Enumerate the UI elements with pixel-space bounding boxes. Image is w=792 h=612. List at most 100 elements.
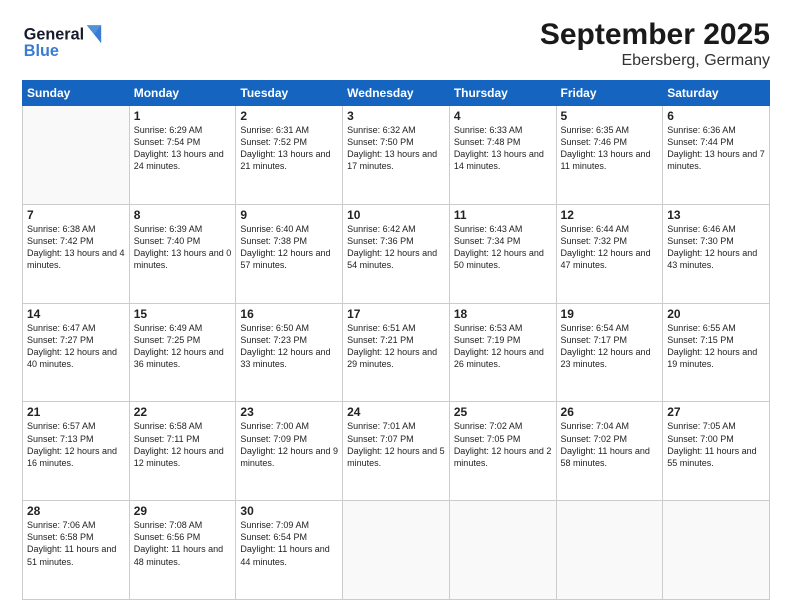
calendar-week-row: 14Sunrise: 6:47 AM Sunset: 7:27 PM Dayli… (23, 303, 770, 402)
title-block: September 2025 Ebersberg, Germany (540, 18, 770, 70)
day-number: 28 (27, 504, 125, 518)
day-number: 9 (240, 208, 338, 222)
day-info: Sunrise: 6:55 AM Sunset: 7:15 PM Dayligh… (667, 322, 765, 371)
table-row: 14Sunrise: 6:47 AM Sunset: 7:27 PM Dayli… (23, 303, 130, 402)
logo-svg: General Blue (22, 18, 112, 63)
table-row: 27Sunrise: 7:05 AM Sunset: 7:00 PM Dayli… (663, 402, 770, 501)
day-info: Sunrise: 6:42 AM Sunset: 7:36 PM Dayligh… (347, 223, 445, 272)
day-number: 6 (667, 109, 765, 123)
table-row: 30Sunrise: 7:09 AM Sunset: 6:54 PM Dayli… (236, 501, 343, 600)
day-number: 15 (134, 307, 232, 321)
table-row: 11Sunrise: 6:43 AM Sunset: 7:34 PM Dayli… (449, 204, 556, 303)
table-row: 2Sunrise: 6:31 AM Sunset: 7:52 PM Daylig… (236, 106, 343, 205)
table-row: 4Sunrise: 6:33 AM Sunset: 7:48 PM Daylig… (449, 106, 556, 205)
day-info: Sunrise: 6:57 AM Sunset: 7:13 PM Dayligh… (27, 420, 125, 469)
day-number: 26 (561, 405, 659, 419)
day-info: Sunrise: 6:58 AM Sunset: 7:11 PM Dayligh… (134, 420, 232, 469)
day-info: Sunrise: 6:49 AM Sunset: 7:25 PM Dayligh… (134, 322, 232, 371)
day-info: Sunrise: 7:09 AM Sunset: 6:54 PM Dayligh… (240, 519, 338, 568)
table-row (556, 501, 663, 600)
day-info: Sunrise: 7:00 AM Sunset: 7:09 PM Dayligh… (240, 420, 338, 469)
calendar-title: September 2025 (540, 18, 770, 52)
table-row (663, 501, 770, 600)
day-info: Sunrise: 6:47 AM Sunset: 7:27 PM Dayligh… (27, 322, 125, 371)
day-number: 25 (454, 405, 552, 419)
day-number: 1 (134, 109, 232, 123)
day-number: 27 (667, 405, 765, 419)
calendar-table: Sunday Monday Tuesday Wednesday Thursday… (22, 80, 770, 600)
table-row: 18Sunrise: 6:53 AM Sunset: 7:19 PM Dayli… (449, 303, 556, 402)
table-row: 5Sunrise: 6:35 AM Sunset: 7:46 PM Daylig… (556, 106, 663, 205)
day-info: Sunrise: 7:02 AM Sunset: 7:05 PM Dayligh… (454, 420, 552, 469)
day-info: Sunrise: 6:31 AM Sunset: 7:52 PM Dayligh… (240, 124, 338, 173)
table-row: 1Sunrise: 6:29 AM Sunset: 7:54 PM Daylig… (129, 106, 236, 205)
day-info: Sunrise: 6:38 AM Sunset: 7:42 PM Dayligh… (27, 223, 125, 272)
day-info: Sunrise: 6:40 AM Sunset: 7:38 PM Dayligh… (240, 223, 338, 272)
day-info: Sunrise: 6:53 AM Sunset: 7:19 PM Dayligh… (454, 322, 552, 371)
day-number: 23 (240, 405, 338, 419)
calendar-week-row: 28Sunrise: 7:06 AM Sunset: 6:58 PM Dayli… (23, 501, 770, 600)
day-info: Sunrise: 7:01 AM Sunset: 7:07 PM Dayligh… (347, 420, 445, 469)
table-row: 12Sunrise: 6:44 AM Sunset: 7:32 PM Dayli… (556, 204, 663, 303)
day-number: 29 (134, 504, 232, 518)
table-row (449, 501, 556, 600)
calendar-subtitle: Ebersberg, Germany (540, 52, 770, 70)
table-row: 7Sunrise: 6:38 AM Sunset: 7:42 PM Daylig… (23, 204, 130, 303)
day-info: Sunrise: 6:51 AM Sunset: 7:21 PM Dayligh… (347, 322, 445, 371)
table-row: 17Sunrise: 6:51 AM Sunset: 7:21 PM Dayli… (343, 303, 450, 402)
day-info: Sunrise: 6:46 AM Sunset: 7:30 PM Dayligh… (667, 223, 765, 272)
col-sunday: Sunday (23, 81, 130, 106)
svg-text:General: General (24, 26, 84, 44)
table-row: 6Sunrise: 6:36 AM Sunset: 7:44 PM Daylig… (663, 106, 770, 205)
day-number: 10 (347, 208, 445, 222)
table-row: 10Sunrise: 6:42 AM Sunset: 7:36 PM Dayli… (343, 204, 450, 303)
table-row: 19Sunrise: 6:54 AM Sunset: 7:17 PM Dayli… (556, 303, 663, 402)
day-number: 13 (667, 208, 765, 222)
col-thursday: Thursday (449, 81, 556, 106)
table-row: 21Sunrise: 6:57 AM Sunset: 7:13 PM Dayli… (23, 402, 130, 501)
table-row: 20Sunrise: 6:55 AM Sunset: 7:15 PM Dayli… (663, 303, 770, 402)
day-info: Sunrise: 7:06 AM Sunset: 6:58 PM Dayligh… (27, 519, 125, 568)
calendar-week-row: 1Sunrise: 6:29 AM Sunset: 7:54 PM Daylig… (23, 106, 770, 205)
table-row: 15Sunrise: 6:49 AM Sunset: 7:25 PM Dayli… (129, 303, 236, 402)
day-info: Sunrise: 7:08 AM Sunset: 6:56 PM Dayligh… (134, 519, 232, 568)
day-number: 30 (240, 504, 338, 518)
table-row: 25Sunrise: 7:02 AM Sunset: 7:05 PM Dayli… (449, 402, 556, 501)
col-tuesday: Tuesday (236, 81, 343, 106)
page: General Blue September 2025 Ebersberg, G… (0, 0, 792, 612)
calendar-week-row: 7Sunrise: 6:38 AM Sunset: 7:42 PM Daylig… (23, 204, 770, 303)
day-info: Sunrise: 6:33 AM Sunset: 7:48 PM Dayligh… (454, 124, 552, 173)
table-row: 23Sunrise: 7:00 AM Sunset: 7:09 PM Dayli… (236, 402, 343, 501)
day-info: Sunrise: 7:04 AM Sunset: 7:02 PM Dayligh… (561, 420, 659, 469)
col-monday: Monday (129, 81, 236, 106)
table-row: 24Sunrise: 7:01 AM Sunset: 7:07 PM Dayli… (343, 402, 450, 501)
col-saturday: Saturday (663, 81, 770, 106)
day-number: 5 (561, 109, 659, 123)
table-row: 22Sunrise: 6:58 AM Sunset: 7:11 PM Dayli… (129, 402, 236, 501)
day-number: 11 (454, 208, 552, 222)
day-number: 20 (667, 307, 765, 321)
day-number: 18 (454, 307, 552, 321)
day-info: Sunrise: 6:32 AM Sunset: 7:50 PM Dayligh… (347, 124, 445, 173)
day-number: 7 (27, 208, 125, 222)
table-row (23, 106, 130, 205)
table-row: 16Sunrise: 6:50 AM Sunset: 7:23 PM Dayli… (236, 303, 343, 402)
table-row: 13Sunrise: 6:46 AM Sunset: 7:30 PM Dayli… (663, 204, 770, 303)
calendar-header-row: Sunday Monday Tuesday Wednesday Thursday… (23, 81, 770, 106)
day-number: 17 (347, 307, 445, 321)
day-number: 22 (134, 405, 232, 419)
day-number: 4 (454, 109, 552, 123)
day-info: Sunrise: 6:54 AM Sunset: 7:17 PM Dayligh… (561, 322, 659, 371)
table-row: 28Sunrise: 7:06 AM Sunset: 6:58 PM Dayli… (23, 501, 130, 600)
header: General Blue September 2025 Ebersberg, G… (22, 18, 770, 70)
table-row (343, 501, 450, 600)
day-info: Sunrise: 6:35 AM Sunset: 7:46 PM Dayligh… (561, 124, 659, 173)
day-info: Sunrise: 6:39 AM Sunset: 7:40 PM Dayligh… (134, 223, 232, 272)
table-row: 9Sunrise: 6:40 AM Sunset: 7:38 PM Daylig… (236, 204, 343, 303)
day-number: 3 (347, 109, 445, 123)
table-row: 8Sunrise: 6:39 AM Sunset: 7:40 PM Daylig… (129, 204, 236, 303)
day-info: Sunrise: 6:29 AM Sunset: 7:54 PM Dayligh… (134, 124, 232, 173)
day-number: 24 (347, 405, 445, 419)
day-number: 8 (134, 208, 232, 222)
col-wednesday: Wednesday (343, 81, 450, 106)
